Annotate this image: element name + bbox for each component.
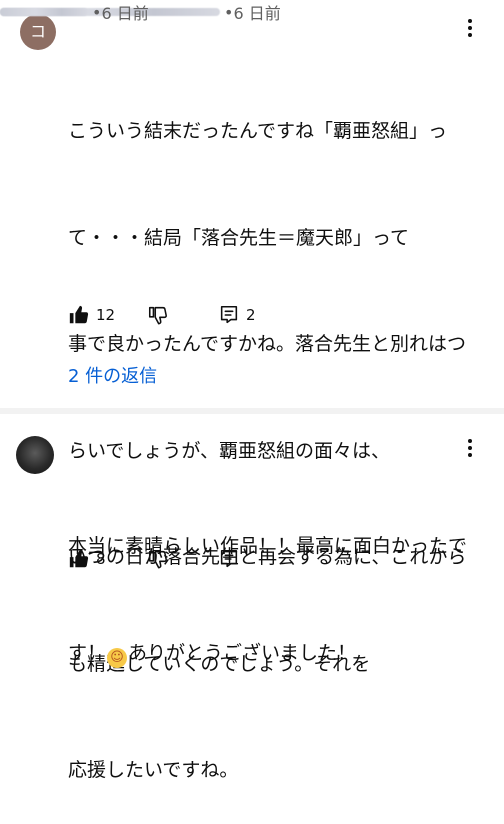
- avatar[interactable]: [16, 436, 54, 474]
- like-count: 12: [96, 306, 116, 324]
- thumbs-up-icon: [69, 549, 89, 568]
- comment-text-line: す！ ☺ ありがとうございました！: [68, 636, 467, 672]
- comment-text-line: 事で良かったんですかね。落合先生と別れはつ: [68, 333, 467, 355]
- separator-dot: •: [224, 2, 234, 22]
- more-vert-icon[interactable]: [462, 16, 478, 40]
- reply-button[interactable]: 2: [218, 304, 256, 326]
- dislike-button[interactable]: [147, 304, 169, 326]
- thumbs-down-icon: [148, 306, 167, 325]
- comment-text-segment: ありがとうございました！: [128, 641, 357, 664]
- comment-text-segment: す！: [68, 641, 107, 664]
- like-count: 8: [96, 550, 106, 568]
- reply-count: 2: [246, 306, 256, 324]
- avatar-initial: コ: [29, 22, 46, 41]
- comment-meta: • 6 日前: [0, 0, 149, 24]
- separator-dot: •: [92, 2, 102, 22]
- reply-comment-icon: [220, 305, 238, 324]
- dislike-button[interactable]: [147, 548, 169, 570]
- comment-text-line: て・・・結局「落合先生＝魔天郎」って: [68, 226, 410, 249]
- comment-timestamp[interactable]: 6 日前: [101, 0, 148, 24]
- smiling-face-emoji-icon: ☺: [107, 647, 128, 668]
- view-replies-link[interactable]: 2 件の返信: [68, 362, 157, 388]
- thumbs-down-icon: [148, 550, 167, 569]
- author-name-redacted[interactable]: [0, 8, 88, 16]
- like-button[interactable]: 8: [68, 548, 106, 570]
- more-vert-icon[interactable]: [462, 436, 478, 460]
- reply-comment-icon: [220, 549, 238, 568]
- comment-text-line: こういう結末だったんですね「覇亜怒組」っ: [68, 120, 448, 142]
- comment-text: 本当に素晴らしい作品！！最高に面白かったで す！ ☺ ありがとうございました！: [68, 458, 467, 707]
- comment-text-line: 本当に素晴らしい作品！！最高に面白かったで: [68, 535, 468, 557]
- comment-timestamp[interactable]: 6 日前: [233, 0, 280, 24]
- comment-text-line: 応援したいですね。: [68, 759, 239, 781]
- like-button[interactable]: 12: [68, 304, 115, 326]
- reply-button[interactable]: [218, 548, 240, 570]
- thumbs-up-icon: [69, 305, 89, 324]
